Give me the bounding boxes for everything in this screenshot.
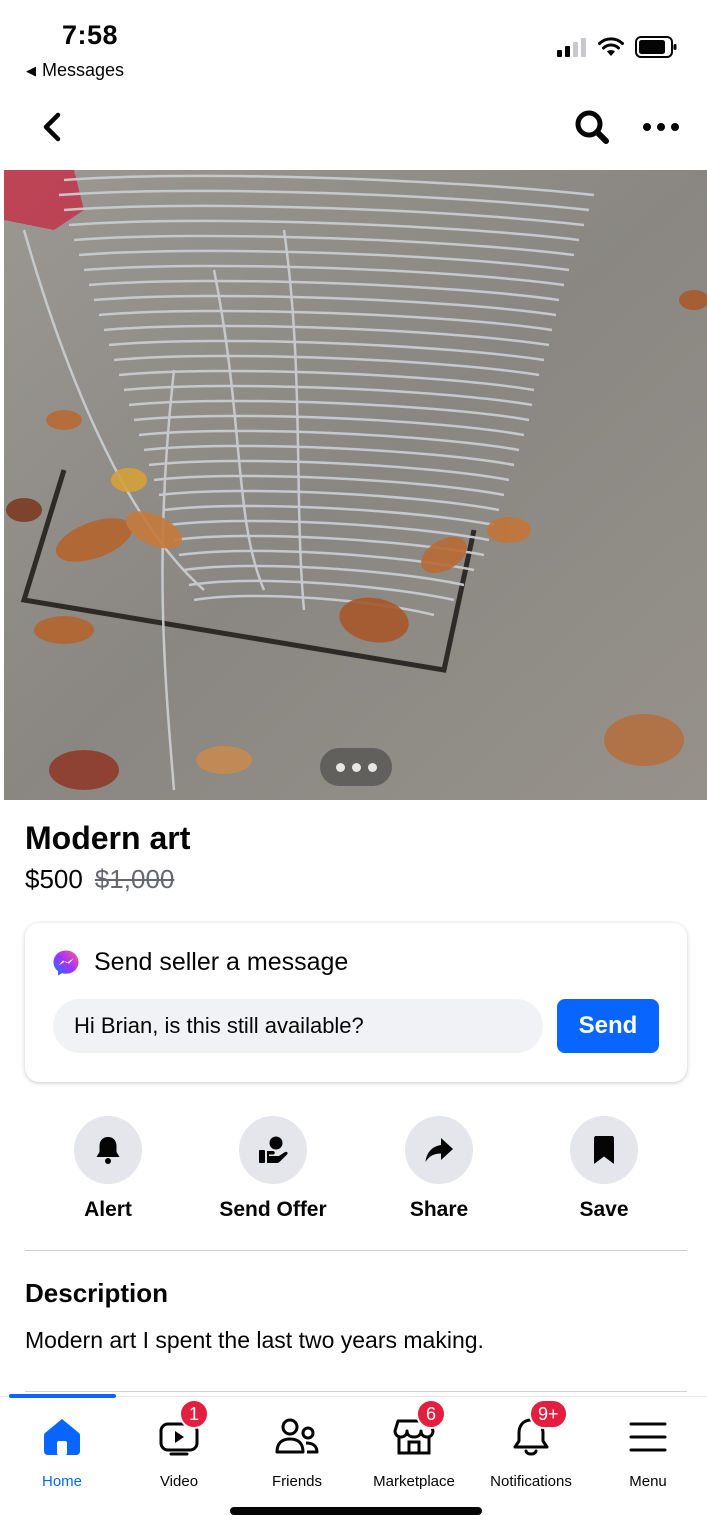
status-icons [557,36,677,58]
message-seller-card: Send seller a message Send [25,923,687,1082]
share-arrow-icon [425,1138,453,1162]
alert-circle [74,1116,142,1184]
listing-actions: Alert Send Offer Share Save [0,1116,707,1226]
friends-icon-wrap [275,1415,319,1459]
chevron-left-icon [43,112,61,142]
tab-video-label: Video [159,1473,199,1490]
top-nav [0,95,707,165]
pager-dot [335,762,345,772]
tab-notifications[interactable]: 9+ Notifications [472,1397,590,1497]
back-triangle-icon: ◀ [26,62,36,78]
messenger-icon [53,950,79,975]
pager-dot [351,762,361,772]
search-icon [575,110,609,144]
tab-video[interactable]: 1 Video [120,1397,238,1497]
divider [25,1391,687,1392]
back-app-label: Messages [42,60,125,80]
price-row: $500 $1,000 [25,864,174,895]
send-message-button[interactable]: Send [557,999,659,1053]
photo-pager[interactable] [320,748,392,786]
message-card-header: Send seller a message [52,948,348,977]
share-circle [405,1116,473,1184]
listing-image [4,170,707,800]
menu-icon [629,1422,667,1452]
more-icon [643,123,679,131]
tab-home-label: Home [41,1473,82,1490]
tab-menu[interactable]: Menu [589,1397,707,1497]
bottom-tab-bar: Home 1 Video Friends 6 Marketplace 9+ No… [0,1394,707,1515]
send-offer-circle [239,1116,307,1184]
send-offer-label: Send Offer [219,1198,327,1221]
home-indicator[interactable] [230,1507,482,1515]
search-button[interactable] [570,105,614,149]
description-text: Modern art I spent the last two years ma… [25,1327,484,1353]
home-icon [44,1419,80,1455]
alert-label: Alert [84,1198,132,1221]
marketplace-icon-wrap: 6 [392,1399,446,1459]
more-options-button[interactable] [636,105,686,149]
notifications-icon-wrap: 9+ [509,1399,568,1459]
back-button[interactable] [34,107,70,147]
home-icon-wrap [40,1415,84,1459]
video-badge: 1 [179,1399,209,1429]
marketplace-badge: 6 [416,1399,446,1429]
tab-marketplace[interactable]: 6 Marketplace [355,1397,473,1497]
back-to-app-link[interactable]: ◀ Messages [26,60,124,81]
original-price: $1,000 [94,864,175,894]
bookmark-icon [594,1136,614,1164]
friends-icon [275,1418,319,1454]
signal-icon [557,38,586,57]
save-label: Save [579,1198,629,1221]
description-heading: Description [25,1278,169,1308]
tab-notifications-label: Notifications [490,1473,572,1490]
menu-icon-wrap [626,1415,670,1459]
alert-button[interactable]: Alert [33,1116,183,1222]
tab-friends[interactable]: Friends [238,1397,356,1497]
save-circle [570,1116,638,1184]
tab-marketplace-label: Marketplace [373,1473,455,1490]
tab-home[interactable]: Home [3,1397,121,1497]
tab-friends-label: Friends [271,1473,323,1490]
message-input[interactable] [53,999,543,1053]
divider [25,1250,687,1251]
pager-dot [367,762,377,772]
send-offer-button[interactable]: Send Offer [198,1116,348,1222]
battery-icon [635,36,677,58]
listing-title: Modern art [25,820,191,856]
share-button[interactable]: Share [364,1116,514,1222]
message-card-title: Send seller a message [94,948,349,976]
share-label: Share [409,1198,469,1221]
tab-menu-label: Menu [629,1473,667,1490]
status-time: 7:58 [62,20,119,50]
listing-price: $500 [25,864,83,894]
status-bar: 7:58 ◀ Messages [0,0,707,90]
bell-icon [96,1137,120,1164]
offer-icon [259,1136,288,1163]
notifications-badge: 9+ [529,1399,568,1429]
wifi-icon [598,37,624,56]
listing-photo[interactable] [4,170,707,800]
video-icon-wrap: 1 [157,1399,209,1459]
save-button[interactable]: Save [529,1116,679,1222]
